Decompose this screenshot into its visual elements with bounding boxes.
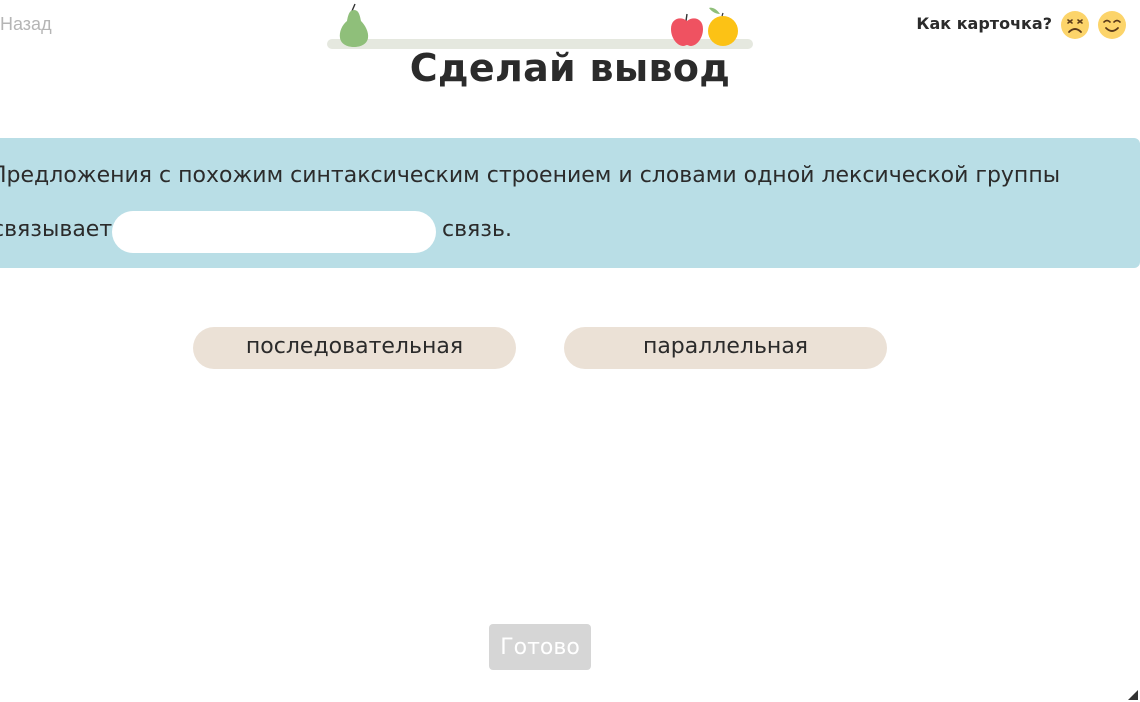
orange-icon — [708, 7, 738, 46]
sad-face-icon[interactable] — [1060, 10, 1090, 40]
task-text-before-blank: связывает — [0, 217, 113, 242]
page-title: Сделай вывод — [409, 46, 731, 90]
task-text-after-blank: связь. — [442, 217, 512, 242]
apple-icon — [671, 13, 703, 46]
option-button-parallel[interactable]: параллельная — [564, 327, 887, 369]
done-button[interactable]: Готово — [489, 624, 591, 670]
resize-handle-icon — [1128, 690, 1138, 700]
back-link[interactable]: Назад — [0, 14, 52, 35]
option-button-sequential[interactable]: последовательная — [193, 327, 516, 369]
happy-face-icon[interactable] — [1097, 10, 1127, 40]
card-rating-label: Как карточка? — [916, 14, 1052, 33]
answer-drop-slot[interactable] — [112, 211, 436, 253]
pear-icon — [339, 3, 369, 47]
card-screen: Назад Как карточка? Сделай вывод Предлож… — [0, 0, 1140, 702]
task-text-line1: Предложения с похожим синтаксическим стр… — [0, 163, 1061, 188]
